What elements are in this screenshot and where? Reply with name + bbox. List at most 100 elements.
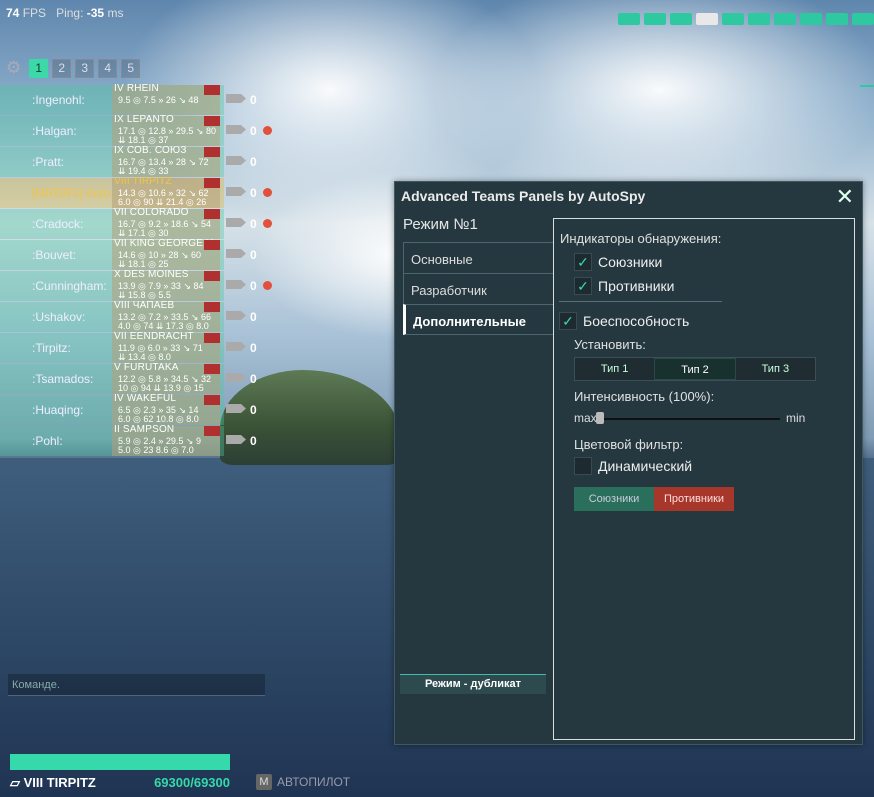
slider-min-label: min <box>786 411 806 425</box>
ship-chip-icon <box>774 13 796 25</box>
tab-5[interactable]: 5 <box>121 58 141 78</box>
ship-info: IX СОВ. СОЮЗ 16.7 ◎ 13.4 » 28 ↘ 72 ⇊ 19.4 … <box>112 145 220 177</box>
ship-info: IX LEPANTO 17.1 ◎ 12.8 » 29.5 ↘ 80 ⇊ 18.1 … <box>112 114 220 146</box>
detected-indicator-icon <box>263 219 272 228</box>
player-name: :Tsamados: <box>32 372 94 386</box>
player-name: [MRDRS] Auto... <box>32 186 121 200</box>
tab-2[interactable]: 2 <box>52 58 72 78</box>
ship-name: IX LEPANTO <box>114 114 174 125</box>
divider <box>559 301 722 302</box>
nation-flag-icon <box>204 426 220 436</box>
nav-basic[interactable]: Основные <box>403 242 554 273</box>
frag-count: 0 <box>250 341 257 355</box>
filter-enemies-button[interactable]: Противники <box>654 487 734 511</box>
nation-flag-icon <box>204 302 220 312</box>
player-row[interactable]: :Ushakov: VIII ЧАПАЕВ 13.2 ◎ 7.2 » 33.5 ↘ … <box>0 300 257 332</box>
player-row[interactable]: :Bouvet: VII KING GEORGE V 14.6 ◎ 10 » 28 … <box>0 238 257 270</box>
player-name: :Bouvet: <box>32 248 77 262</box>
chat-input[interactable]: Команде. <box>8 674 265 696</box>
dynamic-checkbox[interactable]: Динамический <box>574 457 692 475</box>
ship-stats-secondary: 5.0 ◎ 23 8.6 ◎ 7.0 <box>118 445 194 455</box>
player-row[interactable]: :Tsamados: V FURUTAKA 12.2 ◎ 5.8 » 34.5 ↘ … <box>0 362 257 394</box>
nation-flag-icon <box>204 240 220 250</box>
ship-info: IV WAKEFUL 6.5 ◎ 2.3 » 35 ↘ 14 6.0 ◎ 62 10… <box>112 393 220 425</box>
tab-4[interactable]: 4 <box>98 58 118 78</box>
player-row[interactable]: :Cunningham: X DES MOINES 13.9 ◎ 7.9 » 33 … <box>0 269 272 301</box>
nation-flag-icon <box>204 116 220 126</box>
player-row[interactable]: :Huaqing: IV WAKEFUL 6.5 ◎ 2.3 » 35 ↘ 14 6.… <box>0 393 257 425</box>
filter-label: Цветовой фильтр: <box>574 437 684 452</box>
allies-checkbox[interactable]: ✓ Союзники <box>574 253 662 271</box>
health-bar <box>10 754 230 770</box>
ship-chip-icon <box>852 13 874 25</box>
frag-count: 0 <box>250 372 257 386</box>
check-icon: ✓ <box>574 253 592 271</box>
ship-name: VII EENDRACHT <box>114 331 194 342</box>
ship-name: VII KING GEORGE V <box>114 238 213 249</box>
ship-stats: 9.5 ◎ 7.5 » 26 ↘ 48 <box>118 95 199 105</box>
slider-track[interactable] <box>600 418 780 420</box>
island <box>220 370 400 465</box>
player-name: :Ushakov: <box>32 310 86 324</box>
allies-label: Союзники <box>598 254 663 270</box>
slider-handle[interactable] <box>596 412 604 424</box>
player-name: :Ingenohl: <box>32 93 85 107</box>
ship-name: V FURUTAKA <box>114 362 179 373</box>
enemies-checkbox[interactable]: ✓ Противники <box>574 277 675 295</box>
frag-count: 0 <box>250 248 257 262</box>
player-row[interactable]: :Pohl: II SAMPSON 5.9 ◎ 2.4 » 29.5 ↘ 9 5.0 … <box>0 424 257 456</box>
type-2-button[interactable]: Тип 2 <box>654 358 736 380</box>
type-3-button[interactable]: Тип 3 <box>736 358 815 380</box>
player-row[interactable]: :Halgan: IX LEPANTO 17.1 ◎ 12.8 » 29.5 ↘ 8… <box>0 114 272 146</box>
duplicate-mode-button[interactable]: Режим - дубликат <box>400 674 546 694</box>
ship-name: VIII ЧАПАЕВ <box>114 300 175 311</box>
player-row[interactable]: [MRDRS] Auto... VIII TIRPITZ 14.3 ◎ 10.6 »… <box>0 176 272 208</box>
settings-nav: Основные Разработчик Дополнительные <box>403 242 555 335</box>
tab-1[interactable]: 1 <box>29 58 49 78</box>
ship-chip-icon <box>748 13 770 25</box>
intensity-label: Интенсивность (100%): <box>574 389 715 404</box>
panel-tabs: ⚙ 1 2 3 4 5 <box>6 58 141 78</box>
ship-class-icon <box>226 342 246 351</box>
health-value: 69300/69300 <box>154 775 230 790</box>
nation-flag-icon <box>204 364 220 374</box>
ship-class-icon <box>226 373 246 382</box>
player-name: :Halgan: <box>32 124 77 138</box>
player-ship-name: ▱ VIII TIRPITZ <box>10 775 96 790</box>
frag-count: 0 <box>250 217 257 231</box>
player-name: :Cradock: <box>32 217 84 231</box>
frag-count: 0 <box>250 434 257 448</box>
detected-indicator-icon <box>263 126 272 135</box>
detected-indicator-icon <box>263 188 272 197</box>
player-row[interactable]: :Tirpitz: VII EENDRACHT 11.9 ◎ 6.0 » 33 ↘ … <box>0 331 257 363</box>
type-1-button[interactable]: Тип 1 <box>575 358 654 380</box>
player-row[interactable]: :Pratt: IX СОВ. СОЮЗ 16.7 ◎ 13.4 » 28 ↘ 72… <box>0 145 257 177</box>
tab-3[interactable]: 3 <box>75 58 95 78</box>
gear-icon[interactable]: ⚙ <box>6 58 21 78</box>
player-row[interactable]: :Cradock: VII COLORADO 16.7 ◎ 9.2 » 18.6 ↘… <box>0 207 272 239</box>
frag-count: 0 <box>250 279 257 293</box>
filter-allies-button[interactable]: Союзники <box>574 487 654 511</box>
nation-flag-icon <box>204 85 220 95</box>
nation-flag-icon <box>204 178 220 188</box>
player-row[interactable]: :Ingenohl: IV RHEIN 9.5 ◎ 7.5 » 26 ↘ 48 0 <box>0 83 257 115</box>
ship-chip-icon <box>644 13 666 25</box>
ship-info: VII COLORADO 16.7 ◎ 9.2 » 18.6 ↘ 54 ⇊ 17.1… <box>112 207 220 239</box>
ship-info: VII EENDRACHT 11.9 ◎ 6.0 » 33 ↘ 71 ⇊ 13.4 … <box>112 331 220 363</box>
player-name: :Pratt: <box>32 155 65 169</box>
check-icon: ✓ <box>574 277 592 295</box>
nav-developer[interactable]: Разработчик <box>403 273 554 304</box>
frag-count: 0 <box>250 310 257 324</box>
combat-checkbox[interactable]: ✓ Боеспособность <box>559 312 689 330</box>
key-icon: M <box>256 774 272 790</box>
ship-chip-icon <box>800 13 822 25</box>
nav-additional[interactable]: Дополнительные <box>403 304 555 335</box>
intensity-slider[interactable]: max min <box>574 411 834 425</box>
ship-info: VII KING GEORGE V 14.6 ◎ 10 » 28 ↘ 60 ⇊ 18… <box>112 238 220 270</box>
ship-name: IV WAKEFUL <box>114 393 177 404</box>
close-icon[interactable]: ✕ <box>836 184 854 210</box>
ship-class-icon <box>226 280 246 289</box>
player-name: :Huaqing: <box>32 403 84 417</box>
combat-label: Боеспособность <box>583 313 690 329</box>
type-selector: Тип 1 Тип 2 Тип 3 <box>574 357 816 381</box>
